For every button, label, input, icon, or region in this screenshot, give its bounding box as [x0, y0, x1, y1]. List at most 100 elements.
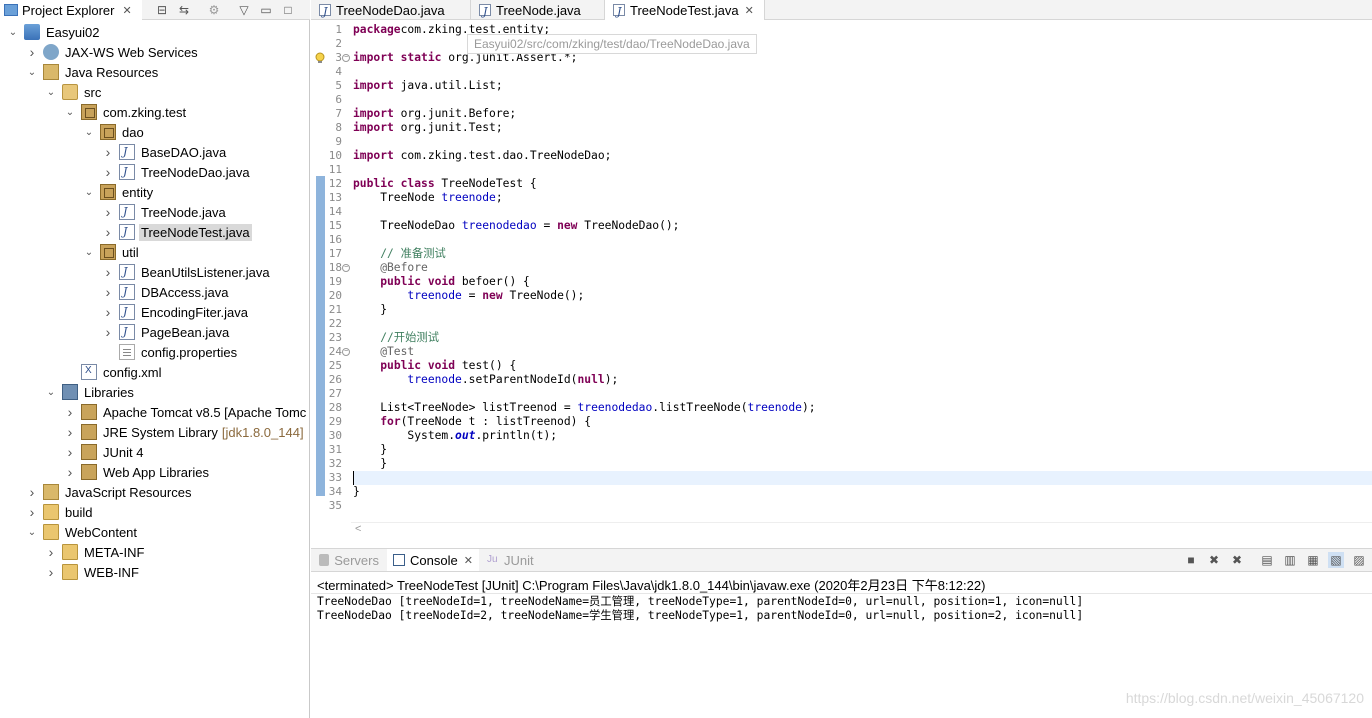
tab-servers[interactable]: Servers: [313, 549, 385, 571]
chevron-right-icon[interactable]: ›: [63, 404, 77, 420]
tree-item[interactable]: › EncodingFiter.java: [101, 302, 250, 322]
chevron-down-icon[interactable]: ⌄: [25, 65, 39, 79]
code-line[interactable]: System.out.println(t);: [353, 429, 557, 443]
code-line[interactable]: for(TreeNode t : listTreenod) {: [353, 415, 591, 429]
project-explorer-tab[interactable]: Project Explorer ✕: [0, 0, 142, 20]
chevron-right-icon[interactable]: ›: [63, 444, 77, 460]
tree-item[interactable]: ⌄ src: [44, 82, 103, 102]
fold-toggle-icon[interactable]: −: [342, 264, 350, 272]
maximize-icon[interactable]: □: [280, 2, 296, 18]
view-menu-icon[interactable]: ▽: [236, 2, 252, 18]
code-line[interactable]: // 准备测试: [353, 247, 446, 261]
tree-item[interactable]: › build: [25, 502, 94, 522]
link-with-editor-icon[interactable]: ⇆: [176, 2, 192, 18]
code-line[interactable]: //开始测试: [353, 331, 439, 345]
chevron-right-icon[interactable]: ›: [25, 504, 39, 520]
tree-item[interactable]: › JRE System Library [jdk1.8.0_144]: [63, 422, 304, 442]
close-icon[interactable]: ✕: [122, 4, 131, 17]
remove-all-terminated-icon[interactable]: ✖: [1229, 552, 1245, 568]
code-line[interactable]: treenode.setParentNodeId(null);: [353, 373, 618, 387]
tab-junit[interactable]: Ju JUnit: [481, 549, 547, 571]
pin-console-icon[interactable]: ▧: [1328, 552, 1344, 568]
chevron-right-icon[interactable]: ›: [101, 284, 115, 300]
tab-console[interactable]: Console ✕: [387, 549, 479, 571]
tree-item[interactable]: › TreeNode.java: [101, 202, 228, 222]
minimize-icon[interactable]: ▭: [258, 2, 274, 18]
code-line[interactable]: import org.junit.Before;: [353, 107, 516, 121]
chevron-right-icon[interactable]: ›: [101, 164, 115, 180]
editor-tab-treenode[interactable]: TreeNode.java: [471, 0, 605, 20]
code-line[interactable]: public class TreeNodeTest {: [353, 177, 537, 191]
code-line[interactable]: @Test: [353, 345, 414, 359]
code-line[interactable]: import java.util.List;: [353, 79, 503, 93]
tree-item[interactable]: › META-INF: [44, 542, 146, 562]
chevron-right-icon[interactable]: ›: [101, 224, 115, 240]
tree-item[interactable]: › JAX-WS Web Services: [25, 42, 200, 62]
tree-item[interactable]: ⌄ util: [82, 242, 141, 262]
display-selected-console-icon[interactable]: ▨: [1351, 552, 1367, 568]
code-line[interactable]: import org.junit.Test;: [353, 121, 503, 135]
filters-icon[interactable]: ⚙: [206, 2, 222, 18]
chevron-right-icon[interactable]: ›: [101, 204, 115, 220]
tree-item[interactable]: › TreeNodeDao.java: [101, 162, 252, 182]
tree-item[interactable]: › JUnit 4: [63, 442, 145, 462]
code-line[interactable]: }: [353, 443, 387, 457]
tree-item[interactable]: ⌄ WebContent: [25, 522, 139, 542]
horizontal-scrollbar[interactable]: <: [351, 522, 1372, 539]
scroll-left-icon[interactable]: <: [355, 523, 361, 535]
word-wrap-icon[interactable]: ▦: [1305, 552, 1321, 568]
fold-toggle-icon[interactable]: −: [342, 54, 350, 62]
chevron-right-icon[interactable]: ›: [44, 564, 58, 580]
chevron-right-icon[interactable]: ›: [44, 544, 58, 560]
code-line[interactable]: List<TreeNode> listTreenod = treenodedao…: [353, 401, 815, 415]
collapse-all-icon[interactable]: ⊟: [154, 2, 170, 18]
code-line[interactable]: public void test() {: [353, 359, 516, 373]
tree-item[interactable]: config.properties: [101, 342, 239, 362]
close-icon[interactable]: ✕: [464, 554, 473, 567]
tree-item[interactable]: › Web App Libraries: [63, 462, 211, 482]
chevron-right-icon[interactable]: ›: [25, 484, 39, 500]
tree-item[interactable]: config.xml: [63, 362, 164, 382]
tree-item[interactable]: ⌄ Easyui02: [6, 22, 101, 42]
chevron-down-icon[interactable]: ⌄: [82, 125, 96, 139]
code-line[interactable]: TreeNode treenode;: [353, 191, 502, 205]
tree-item[interactable]: › PageBean.java: [101, 322, 231, 342]
chevron-down-icon[interactable]: ⌄: [82, 245, 96, 259]
code-line[interactable]: import com.zking.test.dao.TreeNodeDao;: [353, 149, 611, 163]
code-line[interactable]: @Before: [353, 261, 428, 275]
chevron-down-icon[interactable]: ⌄: [63, 105, 77, 119]
tree-item[interactable]: › BaseDAO.java: [101, 142, 228, 162]
clear-console-icon[interactable]: ▤: [1259, 552, 1275, 568]
code-line[interactable]: treenode = new TreeNode();: [353, 289, 584, 303]
fold-toggle-icon[interactable]: −: [342, 348, 350, 356]
code-line[interactable]: TreeNodeDao treenodedao = new TreeNodeDa…: [353, 219, 679, 233]
code-line[interactable]: }: [353, 457, 387, 471]
warning-bulb-icon[interactable]: [314, 52, 326, 64]
chevron-right-icon[interactable]: ›: [25, 44, 39, 60]
tree-item[interactable]: ⌄ dao: [82, 122, 146, 142]
tree-item[interactable]: ⌄ Libraries: [44, 382, 136, 402]
terminate-icon[interactable]: ■: [1183, 552, 1199, 568]
tree-item[interactable]: › BeanUtilsListener.java: [101, 262, 272, 282]
editor-tab-treenodedao[interactable]: TreeNodeDao.java: [311, 0, 471, 20]
remove-launch-icon[interactable]: ✖: [1206, 552, 1222, 568]
tree-item[interactable]: › TreeNodeTest.java: [101, 222, 252, 242]
tree-item[interactable]: › DBAccess.java: [101, 282, 230, 302]
chevron-right-icon[interactable]: ›: [63, 424, 77, 440]
editor-tab-treenodetest[interactable]: TreeNodeTest.java ✕: [605, 0, 765, 20]
chevron-down-icon[interactable]: ⌄: [6, 25, 20, 39]
code-line[interactable]: }: [353, 303, 387, 317]
tree-item[interactable]: › WEB-INF: [44, 562, 141, 582]
tree-item[interactable]: ⌄ Java Resources: [25, 62, 160, 82]
chevron-down-icon[interactable]: ⌄: [44, 385, 58, 399]
chevron-right-icon[interactable]: ›: [101, 304, 115, 320]
chevron-right-icon[interactable]: ›: [101, 144, 115, 160]
close-icon[interactable]: ✕: [745, 4, 754, 17]
chevron-down-icon[interactable]: ⌄: [44, 85, 58, 99]
chevron-right-icon[interactable]: ›: [63, 464, 77, 480]
code-line[interactable]: }: [353, 485, 360, 499]
scroll-lock-icon[interactable]: ▥: [1282, 552, 1298, 568]
chevron-down-icon[interactable]: ⌄: [82, 185, 96, 199]
tree-item[interactable]: ⌄ com.zking.test: [63, 102, 188, 122]
tree-item[interactable]: › JavaScript Resources: [25, 482, 193, 502]
